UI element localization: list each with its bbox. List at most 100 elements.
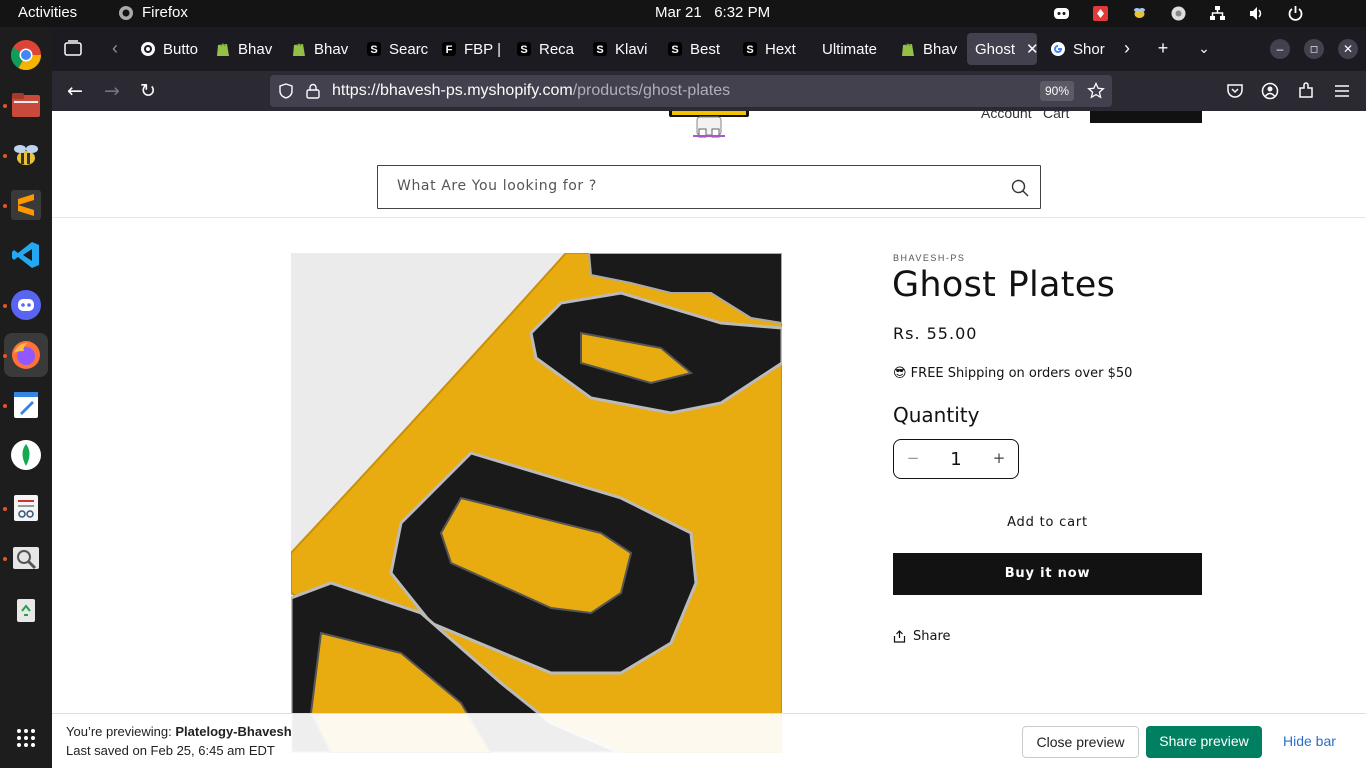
favicon-icon: [141, 42, 155, 56]
list-all-tabs-icon[interactable]: ⌄: [1193, 37, 1215, 59]
tab-8[interactable]: S Hext: [734, 33, 804, 65]
header-button[interactable]: [1090, 111, 1202, 123]
pocket-icon[interactable]: [1224, 80, 1246, 102]
tab-label: Bhav: [314, 40, 349, 58]
store-search-box: [377, 165, 1041, 209]
svg-text:F: F: [446, 44, 453, 56]
preview-status: You’re previewing: Platelogy-Bhavesh: [66, 724, 292, 739]
scroll-tabs-left-icon[interactable]: ‹: [104, 37, 126, 59]
buy-it-now-button[interactable]: Buy it now: [893, 553, 1202, 595]
minimize-icon[interactable]: –: [1270, 39, 1290, 59]
chrome-icon[interactable]: [10, 39, 42, 71]
app-menu[interactable]: Firefox: [118, 4, 188, 21]
search-input[interactable]: [397, 178, 977, 194]
shopify-icon: [902, 43, 914, 56]
tab-12[interactable]: Shor: [1042, 33, 1112, 65]
clock[interactable]: Mar 21 6:32 PM: [655, 4, 770, 21]
close-tab-icon[interactable]: ✕: [1026, 40, 1037, 58]
lock-icon[interactable]: [306, 83, 320, 99]
url-text[interactable]: https://bhavesh-ps.myshopify.com/product…: [332, 82, 730, 100]
share-preview-button[interactable]: Share preview: [1146, 726, 1262, 758]
tab-2[interactable]: Bhav: [283, 33, 353, 65]
product-price: Rs. 55.00: [893, 324, 978, 343]
s-icon: S: [743, 42, 757, 56]
firefox-icon: [119, 5, 133, 20]
page-viewport: Account Cart BHAVESH-PS Ghost Plates Rs.…: [52, 111, 1366, 768]
url-bar[interactable]: https://bhavesh-ps.myshopify.com/product…: [270, 75, 1112, 107]
power-icon[interactable]: [1287, 5, 1304, 22]
increase-quantity-button[interactable]: +: [989, 449, 1009, 469]
tab-6[interactable]: S Klavi: [584, 33, 654, 65]
tab-label: Best: [690, 40, 721, 58]
add-to-cart-button[interactable]: Add to cart: [893, 508, 1202, 538]
reload-icon[interactable]: ↻: [137, 80, 159, 102]
account-icon[interactable]: [1259, 80, 1281, 102]
activities-button[interactable]: Activities: [18, 4, 77, 21]
hide-bar-link[interactable]: Hide bar: [1283, 733, 1336, 749]
mongodb-icon[interactable]: [10, 439, 42, 471]
menu-hamburger-icon[interactable]: [1331, 80, 1353, 102]
close-window-icon[interactable]: ✕: [1338, 39, 1358, 59]
tab-4[interactable]: F FBP |: [433, 33, 503, 65]
share-button[interactable]: Share: [893, 629, 951, 644]
quantity-stepper: − 1 +: [893, 439, 1019, 479]
bee-app-icon[interactable]: [10, 139, 42, 171]
zoom-indicator[interactable]: 90%: [1039, 81, 1074, 101]
text-editor-icon[interactable]: [10, 389, 42, 421]
share-icon: [893, 630, 906, 643]
volume-icon[interactable]: [1248, 5, 1265, 22]
theme-preview-bar: You’re previewing: Platelogy-Bhavesh Las…: [52, 713, 1366, 768]
discord-icon[interactable]: [10, 289, 42, 321]
maximize-icon[interactable]: ◻: [1304, 39, 1324, 59]
files-icon[interactable]: [10, 89, 42, 121]
product-vendor: BHAVESH-PS: [893, 253, 966, 263]
tab-0[interactable]: Butto: [132, 33, 202, 65]
cart-link[interactable]: Cart: [1043, 111, 1069, 121]
new-tab-icon[interactable]: +: [1152, 37, 1174, 59]
tab-label: FBP |: [464, 40, 501, 58]
network-icon[interactable]: [1209, 5, 1226, 22]
bee-tray-icon[interactable]: [1131, 5, 1148, 22]
product-image[interactable]: [291, 253, 782, 753]
tab-5[interactable]: S Reca: [508, 33, 578, 65]
vscode-icon[interactable]: [10, 239, 42, 271]
bookmark-star-icon[interactable]: [1087, 82, 1105, 100]
firefox-view-icon[interactable]: [62, 37, 84, 59]
anydesk-tray-icon[interactable]: [1092, 5, 1109, 22]
previewing-prefix: You’re previewing:: [66, 724, 172, 739]
firefox-dock-icon[interactable]: [10, 339, 42, 371]
account-link[interactable]: Account: [981, 111, 1032, 121]
scroll-tabs-right-icon[interactable]: ›: [1116, 37, 1138, 59]
svg-text:S: S: [370, 44, 377, 56]
tab-label: Butto: [163, 40, 199, 58]
s-icon: S: [367, 42, 381, 56]
back-icon[interactable]: ←: [64, 80, 86, 102]
tracking-protection-icon[interactable]: [278, 83, 294, 99]
navigation-toolbar: ← → ↻ https://bhavesh-ps.myshopify.com/p…: [52, 71, 1366, 111]
running-indicator: [3, 354, 7, 358]
image-viewer-icon[interactable]: [10, 542, 42, 574]
show-apps-icon[interactable]: [16, 728, 36, 748]
tab-3[interactable]: S Searc: [358, 33, 428, 65]
close-preview-button[interactable]: Close preview: [1022, 726, 1139, 758]
store-logo[interactable]: [669, 111, 749, 139]
running-indicator: [3, 557, 7, 561]
forward-icon[interactable]: →: [101, 80, 123, 102]
tab-1[interactable]: Bhav: [207, 33, 277, 65]
tab-label: Klavi: [615, 40, 648, 58]
s-icon: S: [517, 42, 531, 56]
url-host: https://bhavesh-ps.myshopify.com: [332, 82, 573, 99]
tab-11-active[interactable]: Ghost ✕: [967, 33, 1037, 65]
sublime-text-icon[interactable]: [10, 189, 42, 221]
tab-label: Ultimate: [822, 40, 878, 58]
search-icon[interactable]: [1010, 178, 1030, 198]
discord-tray-icon[interactable]: [1053, 5, 1070, 22]
tab-label: Shor: [1073, 40, 1105, 58]
tab-10[interactable]: Bhav: [892, 33, 962, 65]
extensions-icon[interactable]: [1295, 80, 1317, 102]
circle-tray-icon[interactable]: [1170, 5, 1187, 22]
tab-7[interactable]: S Best: [659, 33, 729, 65]
trash-icon[interactable]: [10, 593, 42, 625]
tab-9[interactable]: Ultimate: [814, 33, 888, 65]
document-viewer-icon[interactable]: [10, 492, 42, 524]
